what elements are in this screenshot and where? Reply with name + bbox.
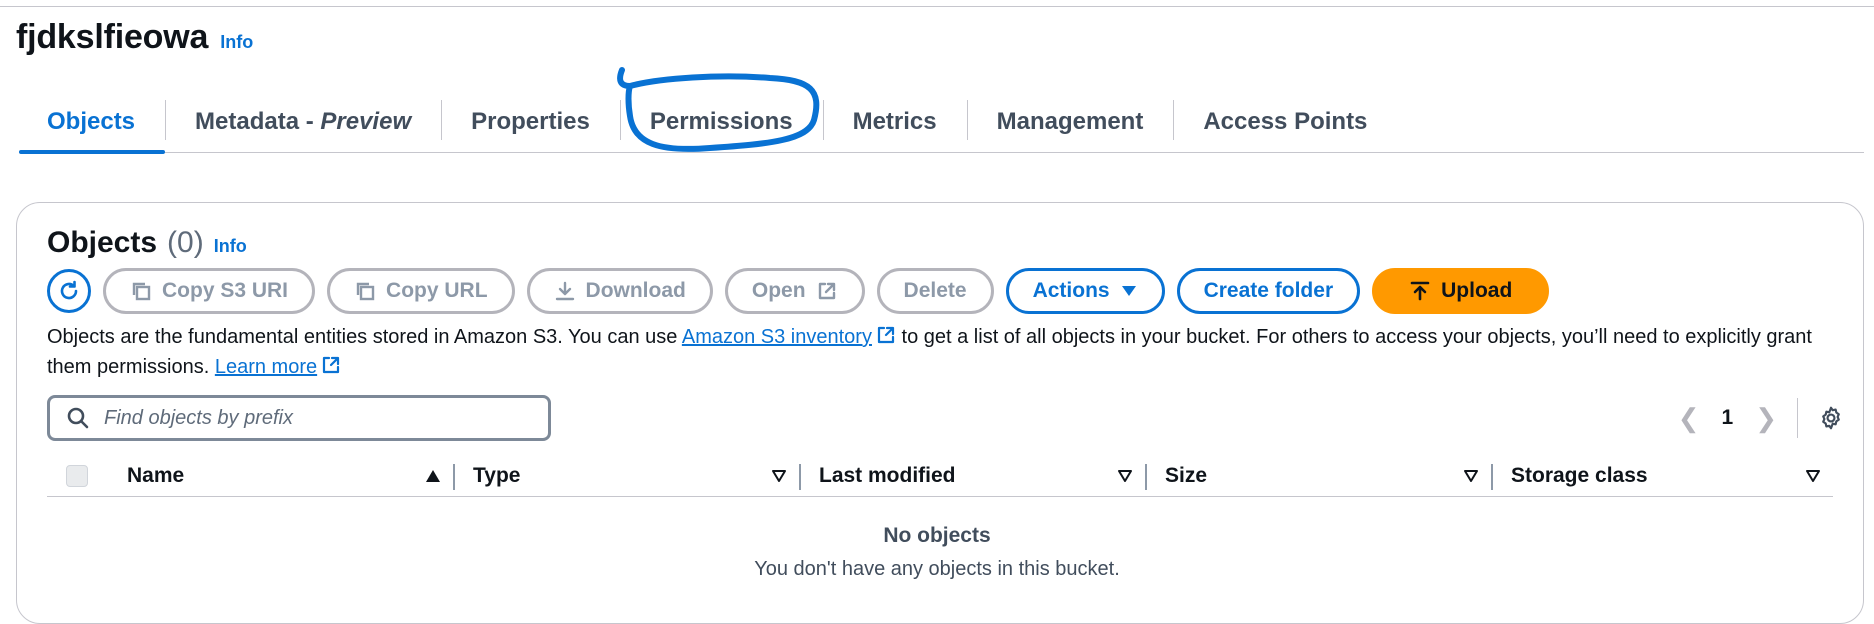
objects-description: Objects are the fundamental entities sto… <box>47 322 1837 382</box>
tab-metrics-label: Metrics <box>852 108 937 135</box>
column-header-name[interactable]: Name <box>107 456 453 496</box>
tab-properties[interactable]: Properties <box>441 92 620 152</box>
chevron-right-icon[interactable]: ❯ <box>1755 403 1777 434</box>
objects-header: Objects (0) Info <box>47 226 247 260</box>
search-box <box>47 395 551 441</box>
bucket-title: fjdkslfieowa <box>16 18 209 56</box>
upload-label: Upload <box>1441 279 1513 302</box>
learn-more-link[interactable]: Learn more <box>215 356 341 378</box>
refresh-icon <box>60 280 78 300</box>
tab-metadata-suffix: Preview <box>320 108 412 135</box>
tab-objects-label: Objects <box>47 108 136 135</box>
objects-toolbar: Copy S3 URI Copy URL Download Open Delet… <box>47 268 1550 314</box>
search-input[interactable] <box>102 405 506 431</box>
objects-title: Objects <box>47 226 158 259</box>
sort-ascending-icon <box>426 470 440 482</box>
column-header-storage-class[interactable]: Storage class <box>1491 456 1833 496</box>
learn-more-label: Learn more <box>214 356 318 378</box>
tab-properties-label: Properties <box>471 108 590 135</box>
open-label: Open <box>751 279 806 302</box>
sort-icon <box>1118 470 1132 482</box>
caret-down-icon <box>1120 284 1138 298</box>
column-name-label: Name <box>127 464 185 487</box>
actions-label: Actions <box>1032 279 1110 302</box>
tab-access-points[interactable]: Access Points <box>1173 92 1397 152</box>
objects-table-header: Name Type Last modified Size Storage cla… <box>47 456 1833 497</box>
select-all-cell <box>47 456 107 496</box>
description-text-1: Objects are the fundamental entities sto… <box>47 326 682 348</box>
pagination: ❮ 1 ❯ <box>1678 395 1844 441</box>
open-button[interactable]: Open <box>724 268 865 314</box>
copy-icon <box>130 280 152 302</box>
upload-button[interactable]: Upload <box>1372 268 1550 314</box>
upload-icon <box>1409 280 1431 302</box>
select-all-checkbox[interactable] <box>66 465 88 487</box>
objects-info-link[interactable]: Info <box>214 236 247 257</box>
page-number[interactable]: 1 <box>1714 406 1742 430</box>
sort-icon <box>1806 470 1820 482</box>
bucket-header: fjdkslfieowa Info <box>16 18 253 57</box>
search-icon <box>67 407 89 429</box>
download-label: Download <box>585 279 686 302</box>
create-folder-button[interactable]: Create folder <box>1176 268 1361 314</box>
refresh-button[interactable] <box>47 269 91 313</box>
external-link-icon <box>877 326 895 344</box>
column-header-last-modified[interactable]: Last modified <box>799 456 1145 496</box>
bucket-tabs: Objects Metadata - Preview Properties Pe… <box>19 92 1864 154</box>
tab-metadata-label: Metadata - <box>195 108 314 135</box>
copy-s3-uri-label: Copy S3 URI <box>162 279 289 302</box>
empty-state-title: No objects <box>883 524 991 547</box>
actions-dropdown[interactable]: Actions <box>1005 268 1165 314</box>
sort-icon <box>772 470 786 482</box>
tab-management-label: Management <box>996 108 1144 135</box>
download-icon <box>554 280 576 302</box>
external-link-icon <box>323 356 340 374</box>
column-size-label: Size <box>1165 464 1208 487</box>
delete-label: Delete <box>903 279 967 302</box>
tab-metadata[interactable]: Metadata - Preview <box>165 92 441 152</box>
sort-icon <box>1464 470 1478 482</box>
delete-button[interactable]: Delete <box>876 268 994 314</box>
copy-url-button[interactable]: Copy URL <box>327 268 515 314</box>
column-type-label: Type <box>473 464 521 487</box>
bucket-info-link[interactable]: Info <box>220 32 253 53</box>
top-divider <box>0 0 1874 7</box>
objects-count: (0) <box>167 226 204 259</box>
download-button[interactable]: Download <box>526 268 713 314</box>
copy-icon <box>354 280 376 302</box>
pager-divider <box>1797 398 1798 438</box>
copy-url-label: Copy URL <box>386 279 488 302</box>
tab-permissions-label: Permissions <box>649 108 793 135</box>
column-storage-class-label: Storage class <box>1511 464 1648 487</box>
tab-permissions[interactable]: Permissions <box>619 92 823 152</box>
gear-icon[interactable] <box>1818 405 1844 431</box>
tab-metrics[interactable]: Metrics <box>822 92 967 152</box>
s3-inventory-link[interactable]: Amazon S3 inventory <box>682 326 896 348</box>
tab-access-points-label: Access Points <box>1203 108 1368 135</box>
copy-s3-uri-button[interactable]: Copy S3 URI <box>103 268 316 314</box>
column-header-type[interactable]: Type <box>453 456 799 496</box>
column-header-size[interactable]: Size <box>1145 456 1491 496</box>
chevron-left-icon[interactable]: ❮ <box>1678 403 1700 434</box>
create-folder-label: Create folder <box>1203 279 1334 302</box>
column-last-modified-label: Last modified <box>819 464 956 487</box>
tab-objects[interactable]: Objects <box>19 92 166 154</box>
external-link-icon <box>816 280 838 302</box>
tab-management[interactable]: Management <box>966 92 1174 152</box>
s3-inventory-link-label: Amazon S3 inventory <box>681 326 872 348</box>
